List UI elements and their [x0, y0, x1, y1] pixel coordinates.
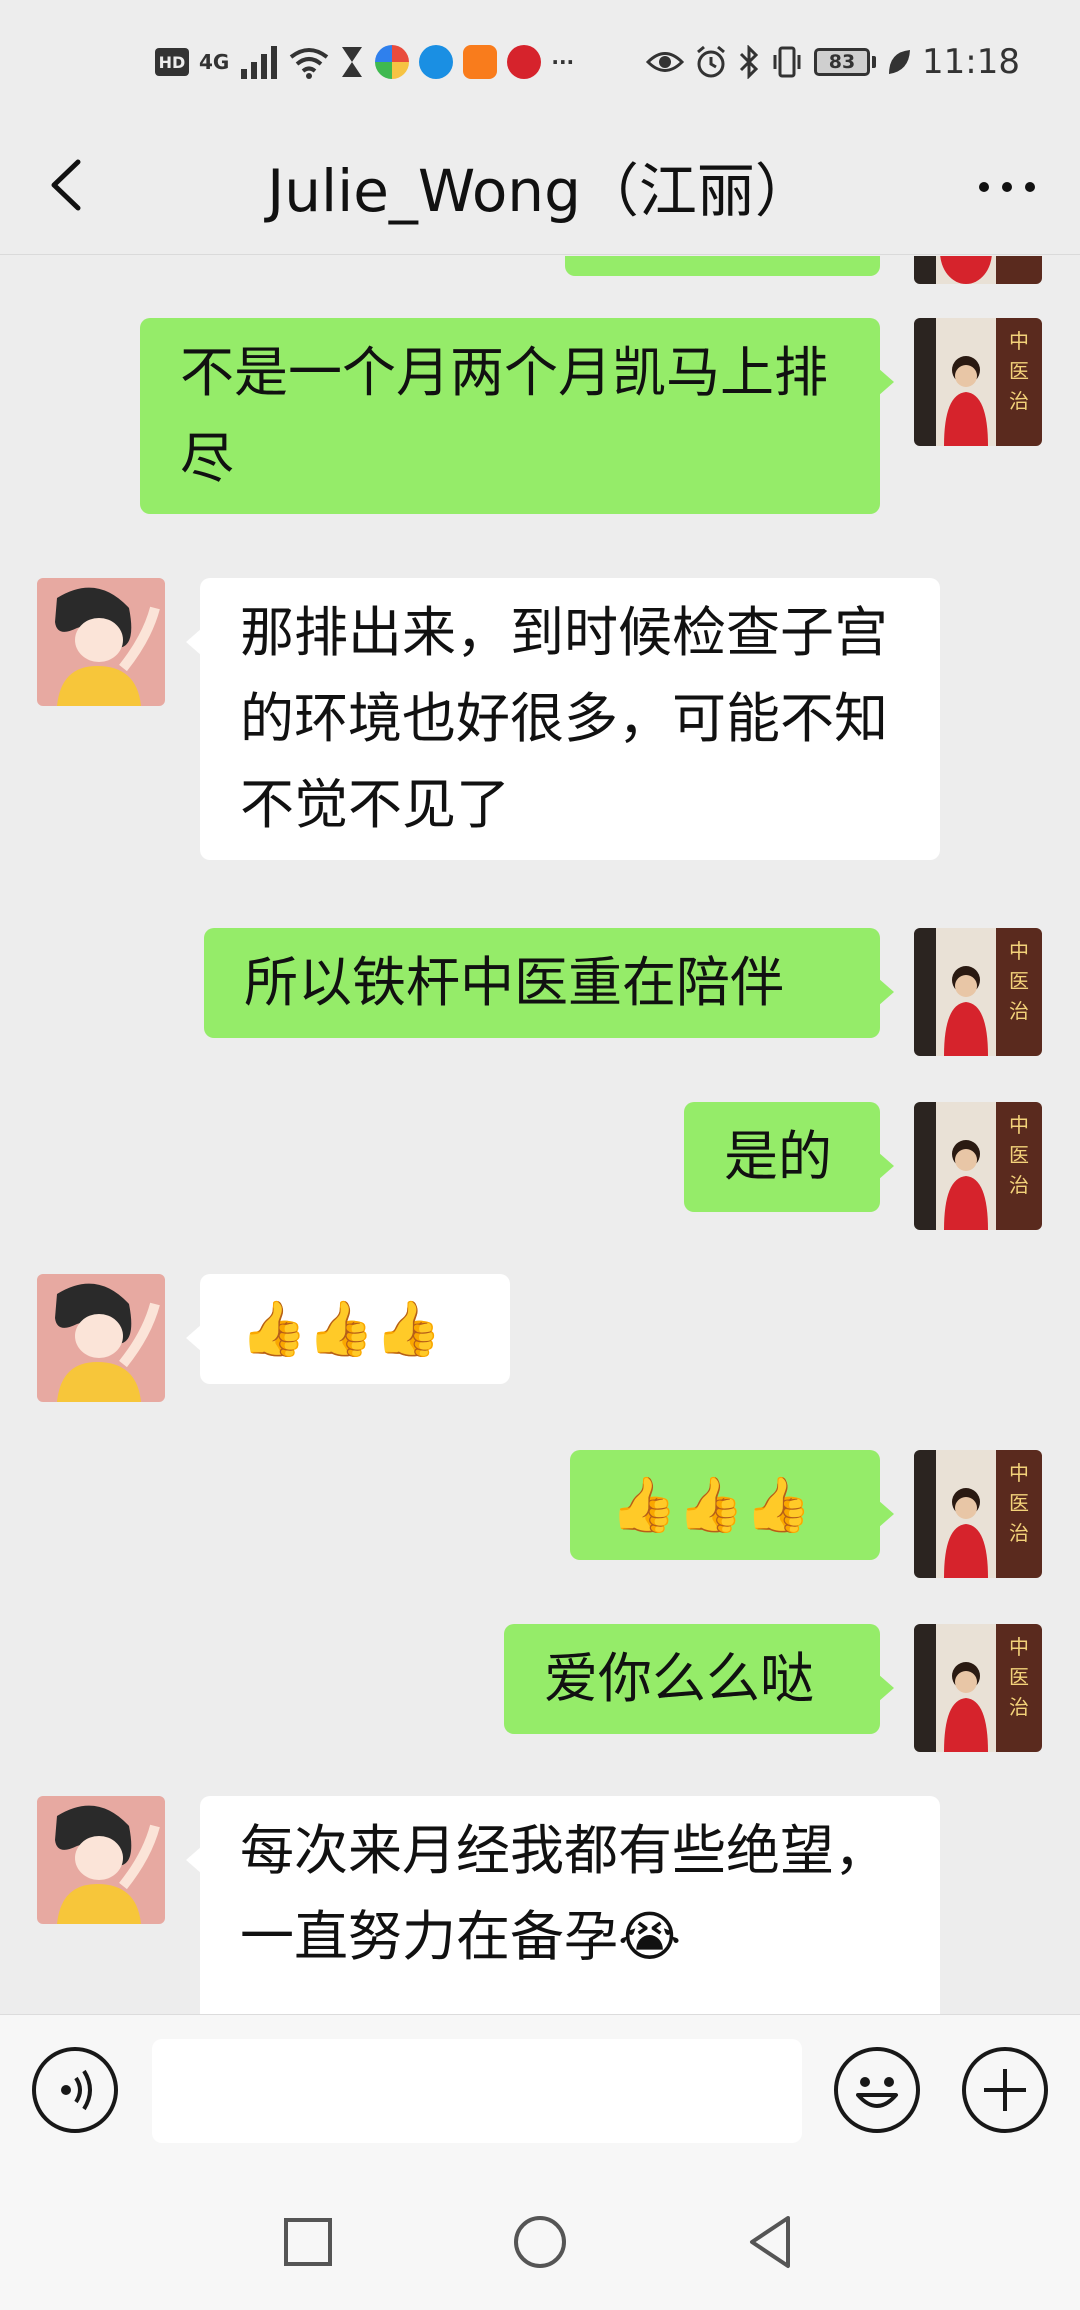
- message-bubble-sent[interactable]: 是的: [684, 1102, 894, 1212]
- my-avatar[interactable]: 中 医 治: [914, 1102, 1042, 1230]
- plus-button[interactable]: [962, 2047, 1048, 2133]
- contact-avatar-image: [37, 1274, 165, 1402]
- previous-message-fragment: [565, 256, 880, 276]
- app-icon-colorful: [375, 45, 410, 79]
- message-bubble-sent[interactable]: 所以铁杆中医重在陪伴: [204, 928, 894, 1038]
- svg-text:医: 医: [1009, 359, 1029, 383]
- message-text: 那排出来，到时候检查子宫的环境也好很多，可能不知不觉不见了: [240, 601, 888, 836]
- voice-button[interactable]: [32, 2047, 118, 2133]
- message-text: 所以铁杆中医重在陪伴: [244, 951, 784, 1014]
- message-text: 每次来月经我都有些绝望，一直努力在备孕😭: [240, 1819, 888, 1968]
- svg-text:中: 中: [1009, 1113, 1029, 1137]
- svg-text:医: 医: [1009, 1143, 1029, 1167]
- eye-icon: [646, 52, 685, 72]
- wifi-icon: [290, 48, 329, 79]
- home-button[interactable]: [508, 2210, 572, 2274]
- svg-text:治: 治: [1009, 389, 1029, 413]
- message-input[interactable]: [152, 2039, 802, 2143]
- contact-avatar-image: [37, 1796, 165, 1924]
- clock: 11:18: [922, 42, 1020, 82]
- my-avatar-image: 中 医 治: [914, 928, 1042, 1056]
- my-avatar: [914, 256, 1042, 284]
- back-nav-button[interactable]: [740, 2210, 804, 2274]
- message-text: 不是一个月两个月凯马上排尽: [180, 341, 828, 490]
- triangle-back-icon: [750, 2216, 790, 2268]
- recents-button[interactable]: [276, 2210, 340, 2274]
- voice-icon: [61, 2069, 92, 2111]
- chevron-left-icon: [51, 159, 81, 211]
- contact-avatar[interactable]: [37, 1274, 165, 1402]
- status-bar: HD 4G ··· 83 11:18: [0, 0, 1080, 120]
- status-bar-right: 83 11:18: [646, 42, 1020, 82]
- square-icon: [284, 2218, 332, 2266]
- message-text: 爱你么么哒: [544, 1647, 814, 1710]
- chat-title: Julie_Wong（江丽）: [267, 157, 813, 225]
- my-avatar-image: [914, 256, 1042, 284]
- battery-level: 83: [814, 48, 871, 76]
- signal-icon: [241, 46, 278, 79]
- message-bubble-received[interactable]: 👍👍👍: [186, 1274, 510, 1384]
- svg-text:中: 中: [1009, 329, 1029, 353]
- my-avatar[interactable]: 中 医 治: [914, 1624, 1042, 1752]
- svg-text:医: 医: [1009, 969, 1029, 993]
- my-avatar[interactable]: 中 医 治: [914, 1450, 1042, 1578]
- app-icon-blue: [419, 45, 454, 79]
- smiley-icon: [856, 2077, 898, 2108]
- contact-avatar-image: [37, 578, 165, 706]
- svg-text:医: 医: [1009, 1491, 1029, 1515]
- chat-input-bar: [0, 2014, 1080, 2170]
- vibrate-icon: [773, 46, 801, 78]
- system-navigation-bar: [0, 2170, 1080, 2310]
- my-avatar-image: 中 医 治: [914, 1624, 1042, 1752]
- network-type: 4G: [199, 50, 230, 74]
- circle-icon: [514, 2216, 566, 2268]
- svg-text:治: 治: [1009, 1695, 1029, 1719]
- message-bubble-sent[interactable]: 👍👍👍: [570, 1450, 894, 1560]
- hourglass-icon: [342, 47, 363, 77]
- more-notifications: ···: [551, 50, 575, 74]
- my-avatar-image: 中 医 治: [914, 1102, 1042, 1230]
- svg-text:治: 治: [1009, 1521, 1029, 1545]
- hd-badge: HD: [155, 48, 189, 76]
- alarm-icon: [697, 45, 725, 78]
- my-avatar-image: 中 医 治: [914, 1450, 1042, 1578]
- my-avatar[interactable]: 中 医 治: [914, 318, 1042, 446]
- battery-tip: [872, 56, 877, 68]
- message-bubble-received[interactable]: 那排出来，到时候检查子宫的环境也好很多，可能不知不觉不见了: [186, 578, 940, 860]
- app-icon-orange: [463, 45, 498, 79]
- chat-messages[interactable]: 不是一个月两个月凯马上排尽 中 医 治 那排出来，到时候检查子宫的环境也好很多，…: [0, 256, 1080, 2014]
- contact-avatar[interactable]: [37, 1796, 165, 1924]
- message-bubble-sent[interactable]: 爱你么么哒: [504, 1624, 894, 1734]
- svg-text:治: 治: [1009, 1173, 1029, 1197]
- emoji-button[interactable]: [834, 2047, 920, 2133]
- more-button[interactable]: [972, 152, 1042, 222]
- bluetooth-icon: [739, 45, 759, 79]
- my-avatar[interactable]: 中 医 治: [914, 928, 1042, 1056]
- plus-icon: [984, 2069, 1026, 2111]
- message-bubble-sent[interactable]: 不是一个月两个月凯马上排尽: [140, 318, 894, 514]
- leaf-icon: [889, 50, 911, 74]
- back-button[interactable]: [38, 150, 98, 220]
- message-text: 是的: [724, 1125, 832, 1188]
- contact-avatar[interactable]: [37, 578, 165, 706]
- app-icon-red: [507, 45, 542, 79]
- svg-text:医: 医: [1009, 1665, 1029, 1689]
- svg-text:中: 中: [1009, 1635, 1029, 1659]
- status-bar-left: HD 4G ···: [155, 42, 574, 82]
- svg-text:中: 中: [1009, 1461, 1029, 1485]
- more-dots-icon: [979, 182, 1035, 192]
- svg-text:治: 治: [1009, 999, 1029, 1023]
- message-text: 👍👍👍: [240, 1297, 442, 1360]
- my-avatar-image: 中 医 治: [914, 318, 1042, 446]
- message-text: 👍👍👍: [610, 1473, 812, 1536]
- chat-header: Julie_Wong（江丽）: [0, 120, 1080, 255]
- svg-text:中: 中: [1009, 939, 1029, 963]
- message-bubble-received[interactable]: 每次来月经我都有些绝望，一直努力在备孕😭: [186, 1796, 940, 2014]
